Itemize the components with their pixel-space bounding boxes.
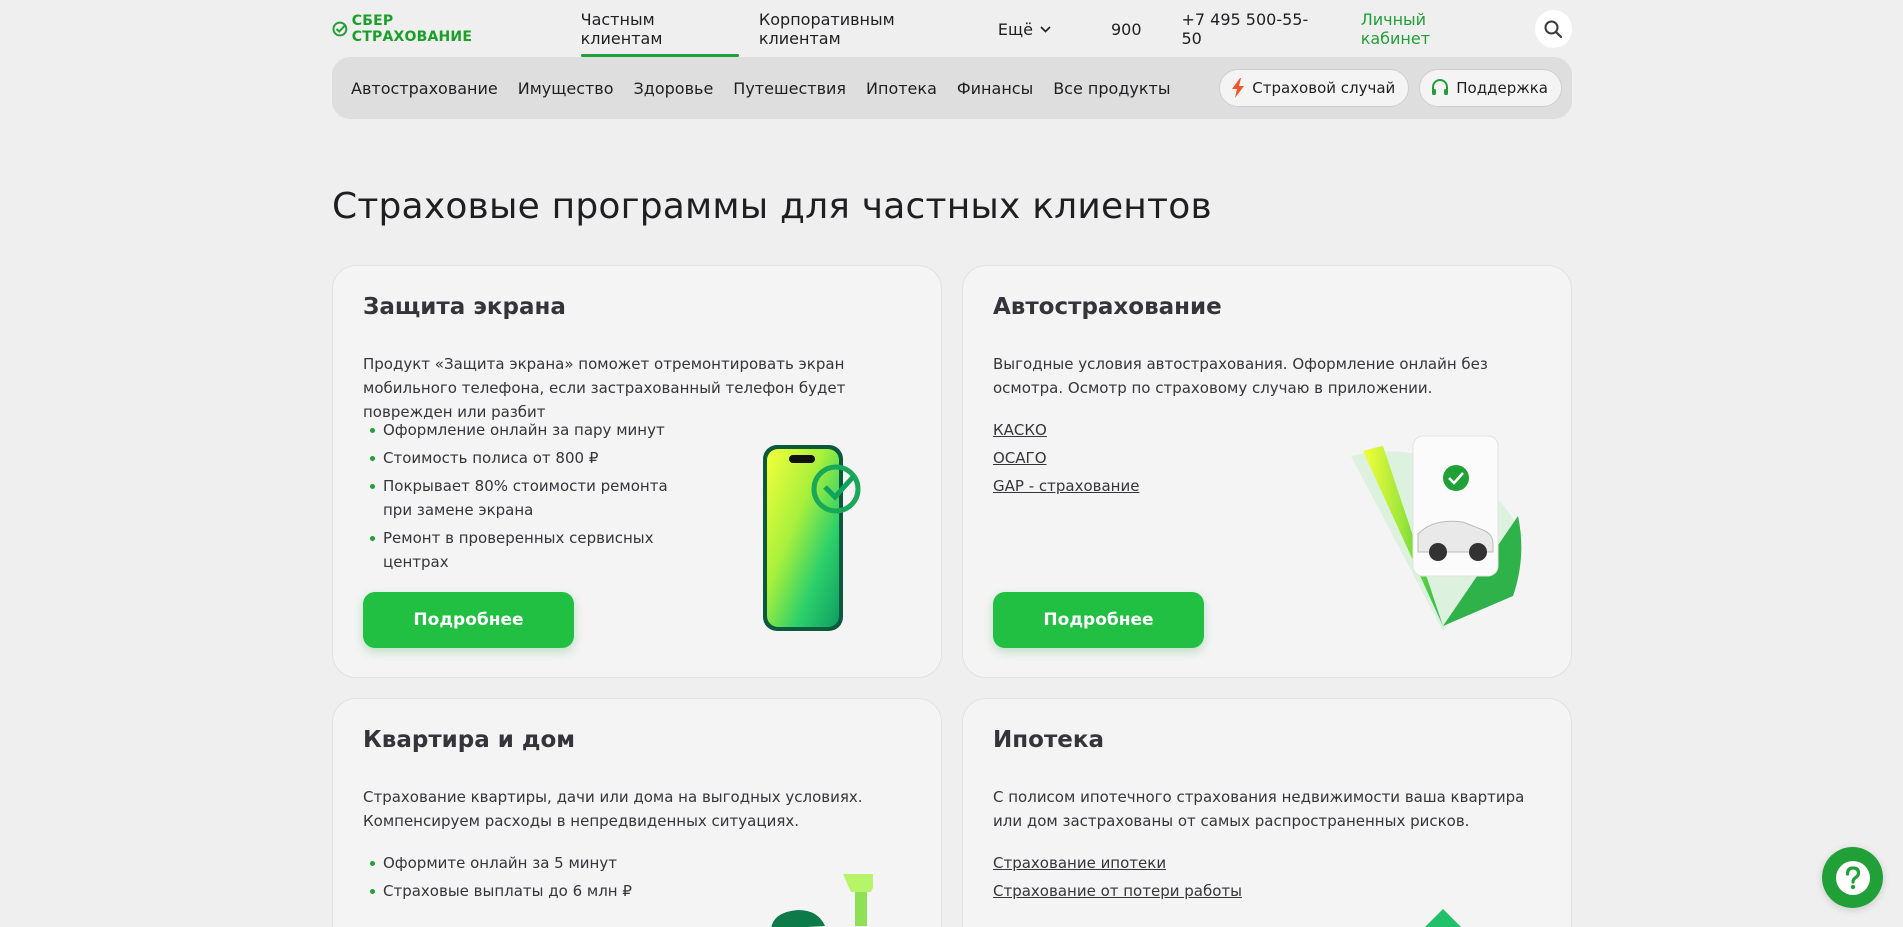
more-button[interactable]: Подробнее bbox=[363, 592, 574, 648]
card-screen-protection[interactable]: Защита экрана Продукт «Защита экрана» по… bbox=[332, 265, 942, 678]
list-item: Оформите онлайн за 5 минут bbox=[363, 851, 673, 875]
subnav-item-property[interactable]: Имущество bbox=[518, 79, 614, 98]
card-description: Продукт «Защита экрана» поможет отремонт… bbox=[363, 355, 846, 421]
card-title: Защита экрана bbox=[363, 294, 566, 320]
short-number[interactable]: 900 bbox=[1111, 20, 1142, 39]
phone-illustration bbox=[763, 445, 861, 631]
nav-label: Частным клиентам bbox=[580, 10, 663, 48]
card-bullets: Оформление онлайн за пару минут Стоимост… bbox=[363, 418, 673, 578]
link-kasko[interactable]: КАСКО bbox=[993, 418, 1139, 442]
subnav-item-mortgage[interactable]: Ипотека bbox=[866, 79, 937, 98]
card-description: Страхование квартиры, дачи или дома на в… bbox=[363, 788, 863, 830]
nav-more[interactable]: Ещё bbox=[998, 0, 1051, 58]
subnav-actions: Страховой случай Поддержка bbox=[1219, 69, 1562, 107]
link-osago[interactable]: ОСАГО bbox=[993, 446, 1139, 470]
home-illustration bbox=[771, 874, 873, 927]
more-button[interactable]: Подробнее bbox=[993, 592, 1204, 648]
card-bullets: Оформите онлайн за 5 минут Страховые вып… bbox=[363, 851, 673, 907]
search-button[interactable] bbox=[1534, 10, 1572, 48]
phone-number[interactable]: +7 495 500-55-50 bbox=[1182, 10, 1326, 48]
question-icon bbox=[1835, 860, 1870, 895]
house-roof-illustration bbox=[1425, 909, 1461, 927]
card-title: Автострахование bbox=[993, 294, 1222, 320]
card-auto-insurance[interactable]: Автострахование Выгодные условия автостр… bbox=[962, 265, 1572, 678]
card-title: Квартира и дом bbox=[363, 727, 576, 753]
sber-logo-icon bbox=[332, 21, 348, 37]
page-title: Страховые программы для частных клиентов bbox=[332, 186, 1212, 227]
card-links: КАСКО ОСАГО GAP - страхование bbox=[993, 418, 1139, 502]
top-header: СБЕР СТРАХОВАНИЕ Частным клиентам Корпор… bbox=[332, 0, 1572, 58]
card-apartment-house[interactable]: Квартира и дом Страхование квартиры, дач… bbox=[332, 698, 942, 927]
list-item: Ремонт в проверенных сервисных центрах bbox=[363, 526, 673, 574]
subnav-item-finance[interactable]: Финансы bbox=[957, 79, 1033, 98]
nav-label: Ещё bbox=[997, 19, 1033, 39]
category-nav: Автострахование Имущество Здоровье Путеш… bbox=[332, 57, 1572, 119]
list-item: Стоимость полиса от 800 ₽ bbox=[363, 446, 673, 470]
list-item: Оформление онлайн за пару минут bbox=[363, 418, 673, 442]
sber-logo[interactable]: СБЕР СТРАХОВАНИЕ bbox=[332, 13, 517, 45]
list-item: Покрывает 80% стоимости ремонта при заме… bbox=[363, 474, 673, 522]
subnav-item-travel[interactable]: Путешествия bbox=[733, 79, 846, 98]
subnav-item-auto[interactable]: Автострахование bbox=[351, 79, 498, 98]
personal-cabinet-link[interactable]: Личный кабинет bbox=[1361, 10, 1498, 48]
nav-corporate-clients[interactable]: Корпоративным клиентам bbox=[759, 0, 978, 58]
lightning-icon bbox=[1232, 78, 1245, 98]
link-job-loss-insurance[interactable]: Страхование от потери работы bbox=[993, 879, 1242, 903]
card-description: Выгодные условия автострахования. Оформл… bbox=[993, 355, 1488, 397]
nav-private-clients[interactable]: Частным клиентам bbox=[580, 0, 740, 58]
chevron-down-icon bbox=[1040, 25, 1051, 33]
support-label: Поддержка bbox=[1456, 79, 1548, 97]
subnav-item-health[interactable]: Здоровье bbox=[634, 79, 714, 98]
logo-text: СБЕР СТРАХОВАНИЕ bbox=[351, 13, 473, 45]
card-description: С полисом ипотечного страхования недвижи… bbox=[993, 788, 1525, 830]
link-mortgage-insurance[interactable]: Страхование ипотеки bbox=[993, 851, 1242, 875]
card-title: Ипотека bbox=[993, 727, 1105, 753]
help-chat-button[interactable] bbox=[1822, 847, 1883, 908]
nav-label: Корпоративным клиентам bbox=[758, 10, 895, 48]
subnav-item-all-products[interactable]: Все продукты bbox=[1053, 79, 1170, 98]
headset-icon bbox=[1432, 79, 1449, 95]
card-links: Страхование ипотеки Страхование от потер… bbox=[993, 851, 1242, 907]
search-icon bbox=[1544, 20, 1563, 39]
list-item: Страховые выплаты до 6 млн ₽ bbox=[363, 879, 673, 903]
insurance-case-label: Страховой случай bbox=[1252, 79, 1396, 97]
car-phone-illustration bbox=[1351, 435, 1523, 631]
contacts: 900 +7 495 500-55-50 Личный кабинет bbox=[1071, 10, 1572, 48]
link-gap-insurance[interactable]: GAP - страхование bbox=[993, 474, 1139, 498]
card-mortgage[interactable]: Ипотека С полисом ипотечного страхования… bbox=[962, 698, 1572, 927]
support-button[interactable]: Поддержка bbox=[1419, 69, 1562, 107]
main-nav: Частным клиентам Корпоративным клиентам … bbox=[580, 0, 1071, 58]
insurance-case-button[interactable]: Страховой случай bbox=[1219, 69, 1410, 107]
